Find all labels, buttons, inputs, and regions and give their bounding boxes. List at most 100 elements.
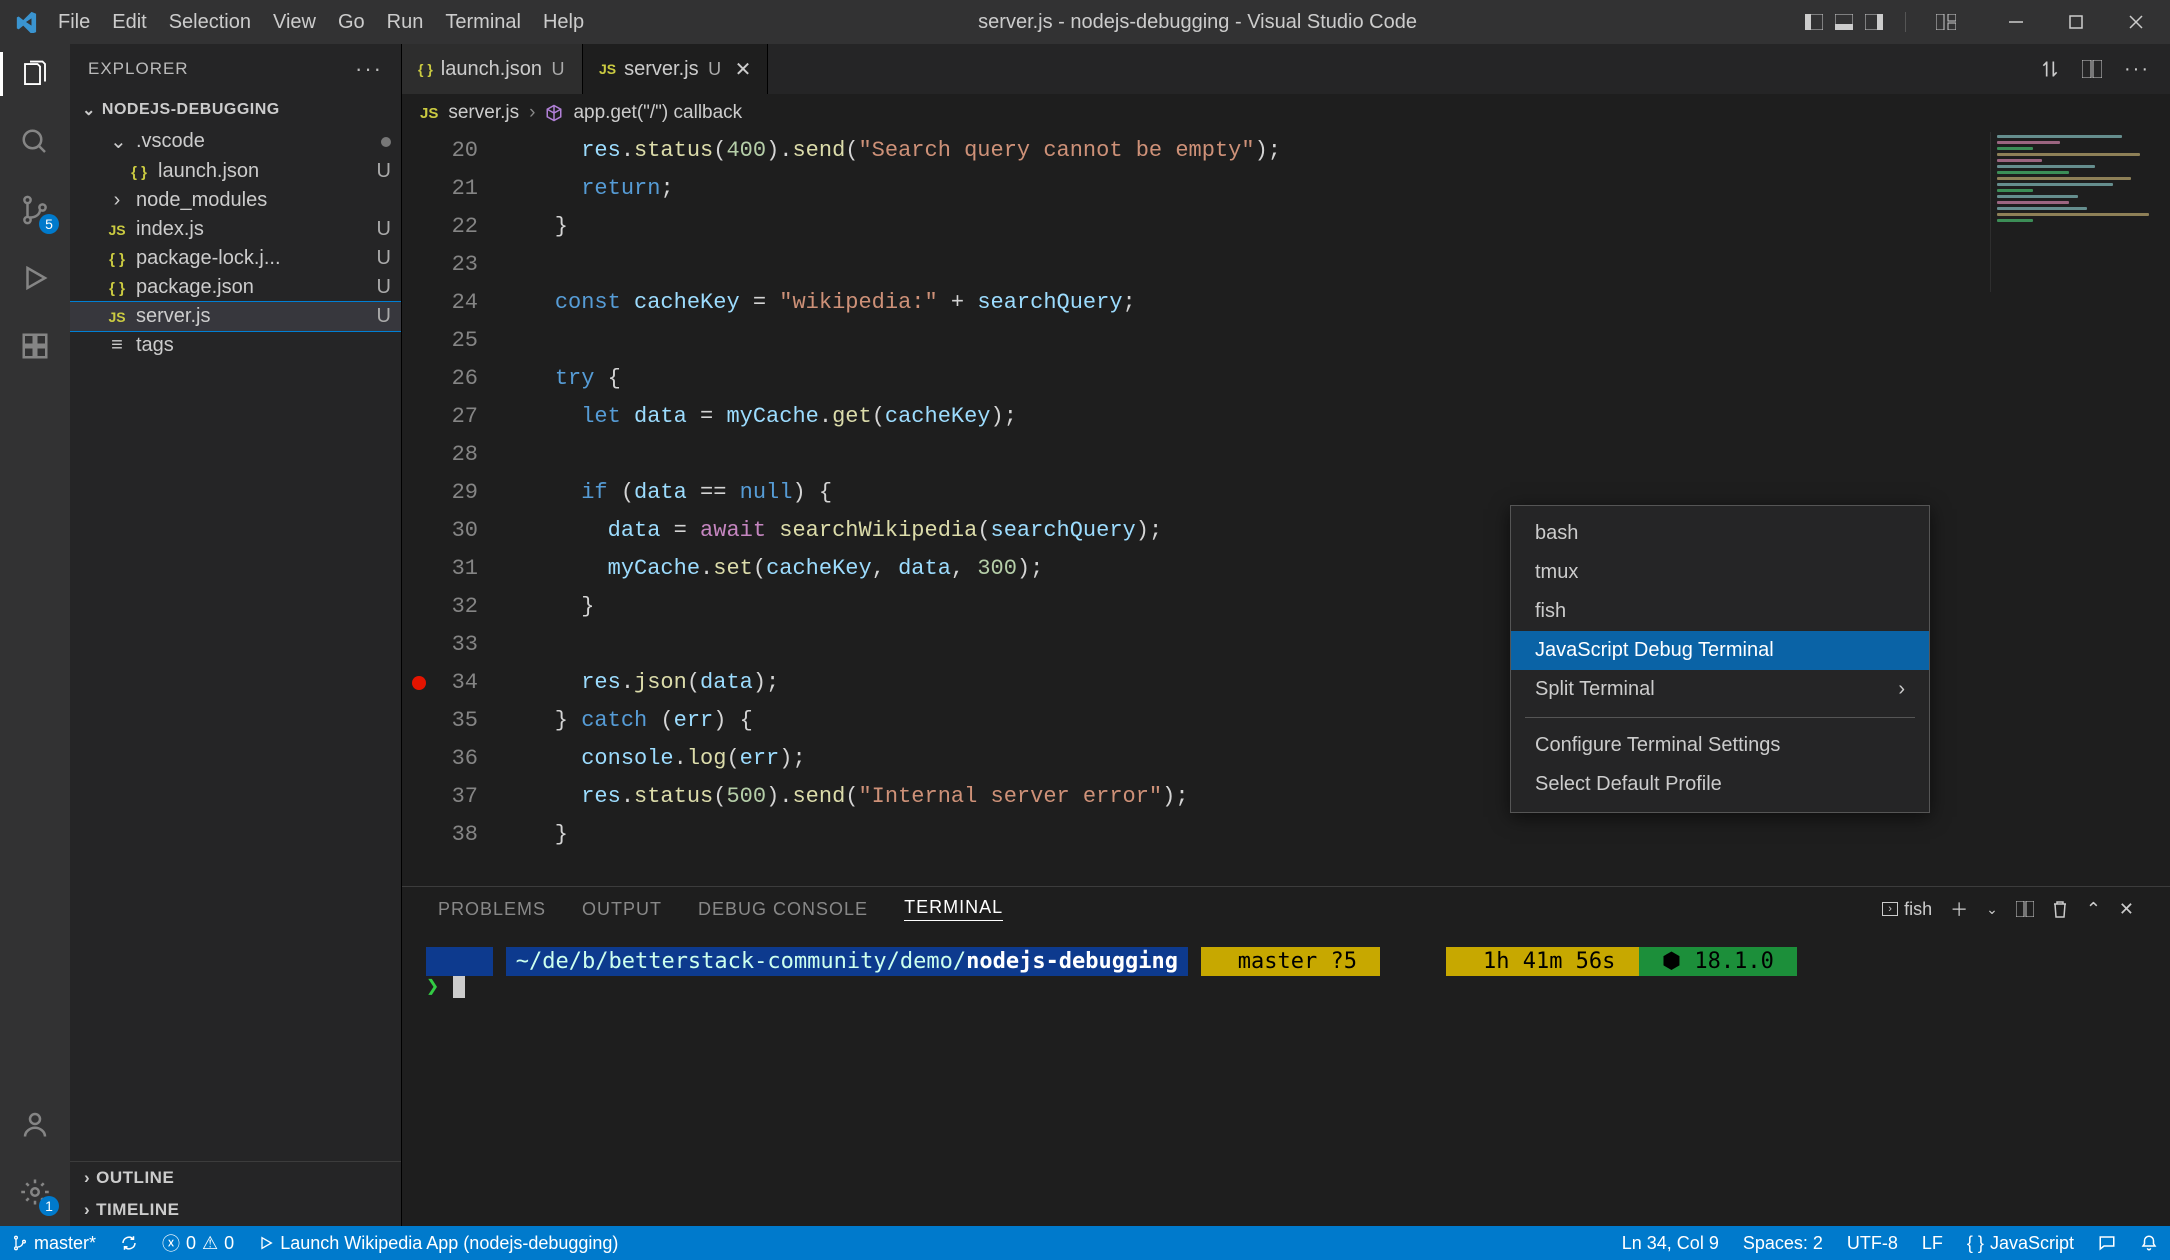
terminal-prompt: ❯ xyxy=(426,974,439,999)
split-editor-icon[interactable] xyxy=(2082,60,2102,78)
menu-item[interactable]: JavaScript Debug Terminal xyxy=(1511,631,1929,670)
settings-gear-icon[interactable]: 1 xyxy=(15,1172,55,1212)
kill-terminal-icon[interactable] xyxy=(2052,900,2068,918)
menu-go[interactable]: Go xyxy=(328,7,375,38)
status-eol[interactable]: LF xyxy=(1910,1233,1955,1254)
git-status-badge: U xyxy=(377,305,391,328)
file-tree-item[interactable]: JS index.js U xyxy=(70,215,401,244)
terminal-content[interactable]: ~/de/b/betterstack-community/demo/nodejs… xyxy=(402,931,2170,1226)
file-name: launch.json xyxy=(158,160,369,183)
file-tree-item[interactable]: { } launch.json U xyxy=(70,157,401,186)
minimize-button[interactable] xyxy=(1986,0,2046,44)
status-notifications-icon[interactable] xyxy=(2128,1234,2170,1252)
status-language[interactable]: { }JavaScript xyxy=(1955,1233,2086,1254)
git-status-badge: U xyxy=(377,160,391,183)
run-debug-icon[interactable] xyxy=(15,258,55,298)
minimap[interactable] xyxy=(1990,132,2170,292)
more-actions-icon[interactable]: ··· xyxy=(2124,58,2150,81)
terminal-shell-indicator[interactable]: › fish xyxy=(1882,899,1932,920)
file-tree-item[interactable]: ≡ tags xyxy=(70,331,401,360)
layout-bottom-icon[interactable] xyxy=(1831,12,1857,32)
status-problems[interactable]: ⓧ0 ⚠0 xyxy=(150,1230,246,1256)
panel-maximize-icon[interactable]: ⌃ xyxy=(2086,899,2101,920)
source-control-icon[interactable]: 5 xyxy=(15,190,55,230)
status-cursor[interactable]: Ln 34, Col 9 xyxy=(1610,1233,1731,1254)
menu-item[interactable]: tmux xyxy=(1511,553,1929,592)
tab-modified-badge: U xyxy=(707,59,723,80)
status-feedback-icon[interactable] xyxy=(2086,1234,2128,1252)
window-controls xyxy=(1801,0,2166,44)
file-name: .vscode xyxy=(136,130,373,153)
tab-debug-console[interactable]: DEBUG CONSOLE xyxy=(698,899,868,920)
sidebar-section[interactable]: ⌄ NODEJS-DEBUGGING xyxy=(70,94,401,126)
settings-badge: 1 xyxy=(39,1196,59,1216)
menu-terminal[interactable]: Terminal xyxy=(435,7,531,38)
tags-icon: ≡ xyxy=(106,334,128,357)
menu-item[interactable]: Configure Terminal Settings xyxy=(1511,726,1929,765)
tab-label: launch.json xyxy=(441,58,542,81)
git-status-badge: U xyxy=(377,218,391,241)
menu-item[interactable]: Split Terminal› xyxy=(1511,670,1929,709)
chevron-right-icon: › xyxy=(84,1168,90,1188)
status-lang-label: JavaScript xyxy=(1990,1233,2074,1254)
compare-changes-icon[interactable] xyxy=(2040,59,2060,79)
breadcrumb-file[interactable]: server.js xyxy=(448,102,519,124)
explorer-sidebar: EXPLORER ··· ⌄ NODEJS-DEBUGGING ⌄ .vscod… xyxy=(70,44,402,1226)
tab-output[interactable]: OUTPUT xyxy=(582,899,662,920)
menu-item[interactable]: Select Default Profile xyxy=(1511,765,1929,804)
sidebar-more-icon[interactable]: ··· xyxy=(355,56,383,82)
breadcrumb-symbol[interactable]: app.get("/") callback xyxy=(573,102,742,124)
menu-selection[interactable]: Selection xyxy=(159,7,261,38)
status-encoding[interactable]: UTF-8 xyxy=(1835,1233,1910,1254)
vscode-logo-icon xyxy=(4,11,48,33)
split-terminal-icon[interactable] xyxy=(2016,901,2034,917)
status-sync[interactable] xyxy=(108,1234,150,1252)
menu-view[interactable]: View xyxy=(263,7,326,38)
outline-section[interactable]: ›OUTLINE xyxy=(70,1162,401,1194)
layout-left-icon[interactable] xyxy=(1801,12,1827,32)
menu-edit[interactable]: Edit xyxy=(102,7,156,38)
new-terminal-button[interactable]: ＋ xyxy=(1950,896,1968,922)
tab-label: server.js xyxy=(624,58,698,81)
tab-terminal[interactable]: TERMINAL xyxy=(904,897,1003,921)
terminal-profile-menu: bashtmuxfishJavaScript Debug TerminalSpl… xyxy=(1510,505,1930,813)
file-tree-item[interactable]: ⌄ .vscode xyxy=(70,126,401,157)
editor-tab[interactable]: { } launch.json U xyxy=(402,44,583,94)
breakpoint-icon[interactable] xyxy=(412,676,426,690)
search-icon[interactable] xyxy=(15,122,55,162)
menu-run[interactable]: Run xyxy=(377,7,434,38)
git-status-badge: U xyxy=(377,247,391,270)
tab-problems[interactable]: PROBLEMS xyxy=(438,899,546,920)
maximize-button[interactable] xyxy=(2046,0,2106,44)
menu-item[interactable]: bash xyxy=(1511,514,1929,553)
timeline-section[interactable]: ›TIMELINE xyxy=(70,1194,401,1226)
file-tree-item[interactable]: JS server.js U xyxy=(70,302,401,331)
panel-close-icon[interactable]: ✕ xyxy=(2119,899,2134,920)
window-title: server.js - nodejs-debugging - Visual St… xyxy=(594,11,1801,34)
accounts-icon[interactable] xyxy=(15,1104,55,1144)
breadcrumbs[interactable]: JS server.js › app.get("/") callback xyxy=(402,94,2170,132)
file-tree-item[interactable]: › node_modules xyxy=(70,186,401,215)
tab-close-icon[interactable]: ✕ xyxy=(735,57,752,82)
terminal-cursor xyxy=(453,976,465,998)
close-button[interactable] xyxy=(2106,0,2166,44)
extensions-icon[interactable] xyxy=(15,326,55,366)
editor-tab[interactable]: JS server.js U ✕ xyxy=(583,44,768,94)
customize-layout-icon[interactable] xyxy=(1936,14,1956,30)
menu-file[interactable]: File xyxy=(48,7,100,38)
cube-icon xyxy=(545,104,563,122)
json-icon: { } xyxy=(128,160,150,183)
status-launch-config[interactable]: Launch Wikipedia App (nodejs-debugging) xyxy=(246,1233,630,1254)
js-file-icon: JS xyxy=(420,105,438,122)
menu-item[interactable]: fish xyxy=(1511,592,1929,631)
status-branch[interactable]: master* xyxy=(0,1233,108,1254)
status-indent[interactable]: Spaces: 2 xyxy=(1731,1233,1835,1254)
file-tree-item[interactable]: { } package-lock.j... U xyxy=(70,244,401,273)
menu-help[interactable]: Help xyxy=(533,7,594,38)
terminal-dropdown-icon[interactable]: ⌄ xyxy=(1986,901,1998,918)
chevron-right-icon: › xyxy=(529,102,535,124)
file-tree-item[interactable]: { } package.json U xyxy=(70,273,401,302)
status-branch-label: master* xyxy=(34,1233,96,1254)
explorer-icon[interactable] xyxy=(15,54,55,94)
layout-right-icon[interactable] xyxy=(1861,12,1887,32)
